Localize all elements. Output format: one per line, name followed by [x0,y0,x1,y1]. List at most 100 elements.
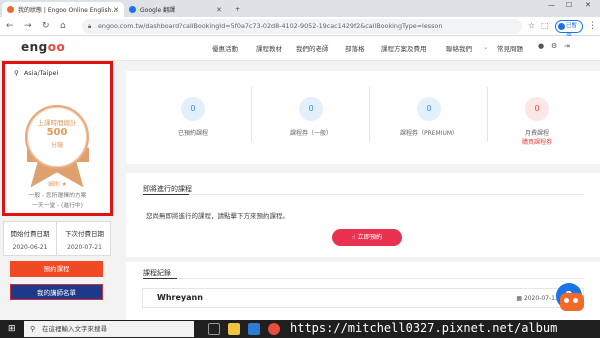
tab-title: 我的狀態 | Engoo Online English... [18,7,118,14]
lock-icon: 🔒︎ [88,23,92,30]
section-underline [143,194,189,195]
location-pin-icon: ⚲ [14,69,19,77]
stat-tickets-regular: 0 課程券（一般） [252,71,370,164]
buy-tickets-link[interactable]: 購買課程券 [478,137,596,146]
gear-icon[interactable]: ⚙ [551,42,557,50]
nav-plans[interactable]: 課程方案及費用 [381,43,427,53]
stat-value: 0 [299,97,323,121]
section-rule [177,278,584,279]
forward-icon[interactable]: → [24,21,32,31]
browser-tab-bar: 我的狀態 | Engoo Online English... ✕ Google … [0,0,600,17]
close-tab-icon[interactable]: ✕ [113,6,119,14]
stat-monthly: 0 月費課程 購買課程券 [478,71,596,164]
total-time-value: 500 [46,127,68,138]
site-header: engoo 優惠活動 課程教材 我們的老師 部落格 課程方案及費用 聯絡我們 ⌄… [0,36,600,61]
avatar [558,23,565,30]
nav-promotions[interactable]: 優惠活動 [212,43,238,53]
chrome-icon[interactable] [268,323,280,335]
nav-materials[interactable]: 課程教材 [256,43,282,53]
plan-status: 一天一堂 - (進行中) [32,203,83,209]
home-icon[interactable]: ⌂ [60,21,66,31]
stat-label: 已預約課程 [177,130,208,137]
menu-dots-icon[interactable]: ⋮ [588,21,597,31]
tab-google-translate[interactable]: Google 翻譯 ✕ [124,2,227,17]
reload-icon[interactable]: ↻ [42,21,50,31]
total-time-unit: 分鐘 [50,142,63,149]
rules-link[interactable]: 細則 ★ [5,179,110,188]
stat-value: 0 [525,97,549,121]
stat-label: 月費課程 [524,130,549,137]
address-bar: ← → ↻ ⌂ 🔒︎ engoo.com.tw/dashboard?callBo… [0,17,600,40]
nav-faq[interactable]: 常見問題 [497,43,523,53]
hand-icon: ☝ [351,234,356,241]
url-text: engoo.com.tw/dashboard?callBookingId=5f0… [98,22,443,30]
total-time-label: 上課時間總計 [37,119,77,127]
start-date-col: 開始付費日期 2020-06-21 [4,222,57,255]
edge-icon[interactable] [248,323,260,335]
logo-text-part2: oo [47,40,66,54]
stat-label: 課程券（一般） [289,130,332,137]
nav-teachers[interactable]: 我們的老師 [296,43,329,53]
next-date-col: 下次付費日期 2020-07-21 [58,222,111,255]
calendar-icon: ▦ [516,295,524,302]
search-icon: ⚲ [30,325,36,333]
google-translate-favicon-icon [129,6,136,13]
book-lesson-button[interactable]: 預約課程 [10,261,103,277]
book-now-button[interactable]: ☝ 立即預約 [332,229,402,246]
user-icon[interactable]: ● [538,42,544,50]
section-underline [143,278,177,279]
engoo-favicon-icon [7,6,14,13]
back-icon[interactable]: ← [6,21,14,31]
tab-title: Google 翻譯 [140,7,176,14]
watermark-text: https://mitchell0327.pixnet.net/album [290,321,558,335]
chevron-down-icon: ⌄ [483,43,489,51]
stat-value: 0 [417,97,441,121]
stats-card: 0 已預約課程 0 課程券（一般） 0 課程券（PREMIUM） 0 月費課程 … [126,71,600,164]
table-row[interactable]: Whreyann ▦ 2020-07-13 10:30 [142,288,584,308]
tab-engoo[interactable]: 我的狀態 | Engoo Online English... ✕ [2,2,124,17]
window-close-icon[interactable]: ✕ [585,1,591,9]
upcoming-lessons-card: 即將進行的課程 您尚無即將進行的課程，請點擊下方來預約課程。 ☝ 立即預約 [126,173,600,257]
taskbar-search-input[interactable]: ⚲ 在這裡輸入文字來搜尋 [24,321,194,337]
next-date-value: 2020-07-21 [67,244,102,251]
task-view-icon[interactable] [208,323,220,335]
nav-blog[interactable]: 部落格 [345,43,365,53]
tutor-name: Whreyann [157,293,203,302]
url-field[interactable]: 🔒︎ engoo.com.tw/dashboard?callBookingId=… [82,19,522,34]
new-tab-label: + [235,6,241,13]
logout-icon[interactable]: ⇥ [564,42,570,50]
plan-name: 一般 - 您所選擇的方案 [28,193,87,199]
file-explorer-icon[interactable] [228,323,240,335]
next-date-label: 下次付費日期 [65,230,104,238]
chat-mascot-icon[interactable] [560,293,584,311]
minimize-icon[interactable]: — [548,1,555,9]
close-tab-icon[interactable]: ✕ [216,6,222,14]
extension-icon[interactable]: ⬚ [541,21,549,30]
start-date-label: 開始付費日期 [10,230,50,238]
search-placeholder: 在這裡輸入文字來搜尋 [42,325,107,333]
lesson-records-card: 課程紀錄 Whreyann ▦ 2020-07-13 10:30 [126,262,600,320]
maximize-icon[interactable]: ☐ [566,1,572,9]
book-now-label: 立即預約 [357,234,383,241]
favorite-tutors-button[interactable]: 我的講師名單 [10,284,103,300]
section-title: 即將進行的課程 [143,185,192,193]
section-title: 課程紀錄 [143,269,171,277]
start-date-value: 2020-06-21 [12,244,48,251]
stat-label: 課程券（PREMIUM） [399,130,459,137]
new-tab-button[interactable]: + [230,2,240,17]
stat-value: 0 [181,97,205,121]
timezone-label: ⚲ Asia/Taipei [14,69,58,77]
stat-booked: 0 已預約課程 [134,71,252,164]
lesson-summary-card: ⚲ Asia/Taipei 上課時間總計 500 分鐘 細則 ★ 一般 - 您所… [2,61,113,216]
logo-text-part1: eng [21,40,48,54]
nav-contact[interactable]: 聯絡我們 [446,43,472,53]
profile-sync-button[interactable]: 已暫停 [555,20,583,40]
bookmark-star-icon[interactable]: ☆ [528,21,535,30]
engoo-logo[interactable]: engoo [21,40,65,54]
stat-tickets-premium: 0 課程券（PREMIUM） [370,71,488,164]
section-rule [189,194,584,195]
timezone-text: Asia/Taipei [23,69,59,77]
billing-dates: 開始付費日期 2020-06-21 下次付費日期 2020-07-21 [3,221,111,256]
windows-start-icon[interactable]: ⊞ [8,324,16,334]
empty-message: 您尚無即將進行的課程，請點擊下方來預約課程。 [146,212,289,220]
